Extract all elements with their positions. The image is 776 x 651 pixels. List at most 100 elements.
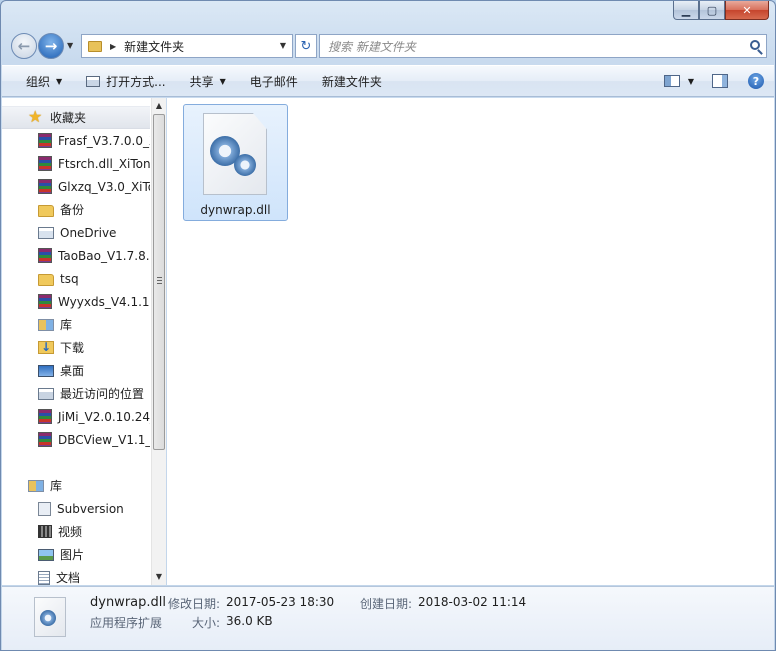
rar-icon: [38, 409, 52, 424]
maximize-button[interactable]: ▢: [699, 1, 725, 20]
preview-pane-icon[interactable]: [712, 74, 728, 88]
nav-item-label: 下载: [60, 341, 85, 355]
svn-icon: [38, 501, 51, 516]
nav-item-label: Wyyxds_V4.1.1.1: [58, 294, 150, 309]
organize-button[interactable]: 组织 ▼: [2, 66, 74, 96]
breadcrumb-chevron-icon[interactable]: ▶: [110, 42, 116, 51]
back-arrow-icon: ←: [17, 37, 31, 55]
forward-arrow-icon: →: [44, 37, 58, 55]
scrollbar-thumb[interactable]: [153, 114, 165, 450]
scroll-up-icon[interactable]: ▲: [152, 98, 166, 114]
search-box[interactable]: 搜索 新建文件夹: [319, 34, 767, 58]
file-list-area[interactable]: dynwrap.dll: [167, 98, 774, 585]
navigation-tree: 收藏夹 Frasf_V3.7.0.0_XiTongZhiJia Ftsrch.dl…: [2, 106, 150, 585]
file-name: dynwrap.dll: [200, 203, 271, 217]
nav-item[interactable]: Subversion: [2, 497, 150, 520]
details-pane: dynwrap.dll 应用程序扩展 修改日期: 2017-05-23 18:3…: [2, 586, 774, 650]
toolbar-right: ▼ ?: [663, 66, 764, 96]
address-row: ← → ▼ ▶ 新建文件夹 ▼ ↻ 搜索 新建文件夹: [9, 31, 767, 61]
nav-item[interactable]: 视频: [2, 520, 150, 543]
gear-icon: [234, 154, 256, 176]
nav-item[interactable]: 最近访问的位置: [2, 382, 150, 405]
nav-scrollbar[interactable]: ▲ ▼: [151, 98, 166, 585]
nav-item[interactable]: 下载: [2, 336, 150, 359]
rar-icon: [38, 156, 52, 171]
desktop-icon: [38, 364, 54, 377]
nav-item-label: Subversion: [57, 501, 124, 516]
created-value: 2018-03-02 11:14: [418, 595, 527, 609]
nav-item-label: TaoBao_V1.7.8.0: [58, 248, 150, 263]
caption-buttons: ▁ ▢ ✕: [673, 1, 769, 21]
nav-item-label: 备份: [60, 203, 85, 217]
nav-item-label: JiMi_V2.0.10.24_XiTongZhiJia: [58, 409, 150, 424]
email-button[interactable]: 电子邮件: [238, 66, 310, 96]
recent-pages-dropdown[interactable]: ▼: [67, 41, 73, 50]
share-button[interactable]: 共享 ▼: [178, 66, 238, 96]
details-file-name: dynwrap.dll: [90, 595, 166, 610]
search-input[interactable]: 搜索 新建文件夹: [328, 38, 416, 55]
new-folder-button[interactable]: 新建文件夹: [310, 66, 394, 96]
nav-item-label: 库: [60, 318, 73, 332]
nav-item-label: Glxzq_V3.0_XiTongZhiJia: [58, 179, 150, 194]
search-icon[interactable]: [750, 40, 760, 50]
nav-item[interactable]: 库: [2, 313, 150, 336]
rar-icon: [38, 133, 52, 148]
scroll-down-icon[interactable]: ▼: [152, 569, 166, 585]
minimize-button[interactable]: ▁: [673, 1, 699, 20]
view-options-dropdown-icon[interactable]: ▼: [688, 77, 694, 86]
onedrive-icon: [38, 226, 54, 239]
breadcrumb-current[interactable]: 新建文件夹: [124, 38, 184, 55]
new-folder-label: 新建文件夹: [321, 74, 382, 89]
download-icon: [38, 340, 54, 354]
video-icon: [38, 525, 52, 538]
nav-item[interactable]: Frasf_V3.7.0.0_XiTongZhiJia: [2, 129, 150, 152]
explorer-window: ▁ ▢ ✕ ← → ▼ ▶ 新建文件夹 ▼ ↻ 搜索 新建文件夹 组织 ▼ 打开方…: [0, 0, 776, 651]
open-with-button[interactable]: 打开方式...: [74, 66, 177, 96]
nav-item-label: 视频: [58, 525, 83, 539]
nav-item[interactable]: DBCView_V1.1_XiTongZhiJia: [2, 428, 150, 451]
nav-item[interactable]: JiMi_V2.0.10.24_XiTongZhiJia: [2, 405, 150, 428]
nav-favorites[interactable]: 收藏夹: [2, 106, 150, 129]
size-value: 36.0 KB: [226, 614, 273, 628]
nav-item[interactable]: 备份: [2, 198, 150, 221]
nav-item[interactable]: Ftsrch.dll_XiTongZhiJia: [2, 152, 150, 175]
nav-item-label: tsq: [60, 271, 79, 286]
file-item[interactable]: dynwrap.dll: [183, 104, 288, 221]
address-bar[interactable]: ▶ 新建文件夹 ▼: [81, 34, 293, 58]
window-icon: [86, 75, 101, 87]
dll-file-icon: [203, 113, 267, 195]
nav-item-label: 图片: [60, 548, 85, 562]
nav-item[interactable]: Wyyxds_V4.1.1.1: [2, 290, 150, 313]
dropdown-arrow-icon: ▼: [56, 76, 63, 86]
help-icon[interactable]: ?: [748, 73, 764, 89]
rar-icon: [38, 179, 52, 194]
nav-item-label: 收藏夹: [50, 111, 87, 125]
back-button[interactable]: ←: [11, 33, 37, 59]
nav-item-label: 文档: [56, 571, 81, 585]
open-with-label: 打开方式...: [106, 74, 166, 89]
nav-item[interactable]: 桌面: [2, 359, 150, 382]
forward-button[interactable]: →: [38, 33, 64, 59]
rar-icon: [38, 248, 52, 263]
size-label: 大小:: [192, 616, 221, 630]
grip-icon: [157, 277, 162, 284]
dll-file-icon: [34, 597, 66, 637]
refresh-button[interactable]: ↻: [295, 34, 317, 58]
nav-item[interactable]: Glxzq_V3.0_XiTongZhiJia: [2, 175, 150, 198]
nav-libraries[interactable]: 库: [2, 474, 150, 497]
command-bar: 组织 ▼ 打开方式... 共享 ▼ 电子邮件 新建文件夹 ▼ ?: [2, 65, 774, 97]
nav-item-label: 最近访问的位置: [60, 387, 145, 401]
nav-item[interactable]: TaoBao_V1.7.8.0: [2, 244, 150, 267]
close-button[interactable]: ✕: [725, 1, 769, 20]
nav-item-label: OneDrive: [60, 225, 117, 240]
nav-item[interactable]: 图片: [2, 543, 150, 566]
library-icon: [38, 318, 54, 331]
nav-item[interactable]: OneDrive: [2, 221, 150, 244]
address-dropdown-icon[interactable]: ▼: [280, 41, 286, 50]
nav-item[interactable]: 文档: [2, 566, 150, 585]
nav-item[interactable]: tsq: [2, 267, 150, 290]
share-label: 共享: [189, 74, 214, 89]
change-view-icon[interactable]: [663, 75, 680, 87]
modified-value: 2017-05-23 18:30: [226, 595, 335, 609]
